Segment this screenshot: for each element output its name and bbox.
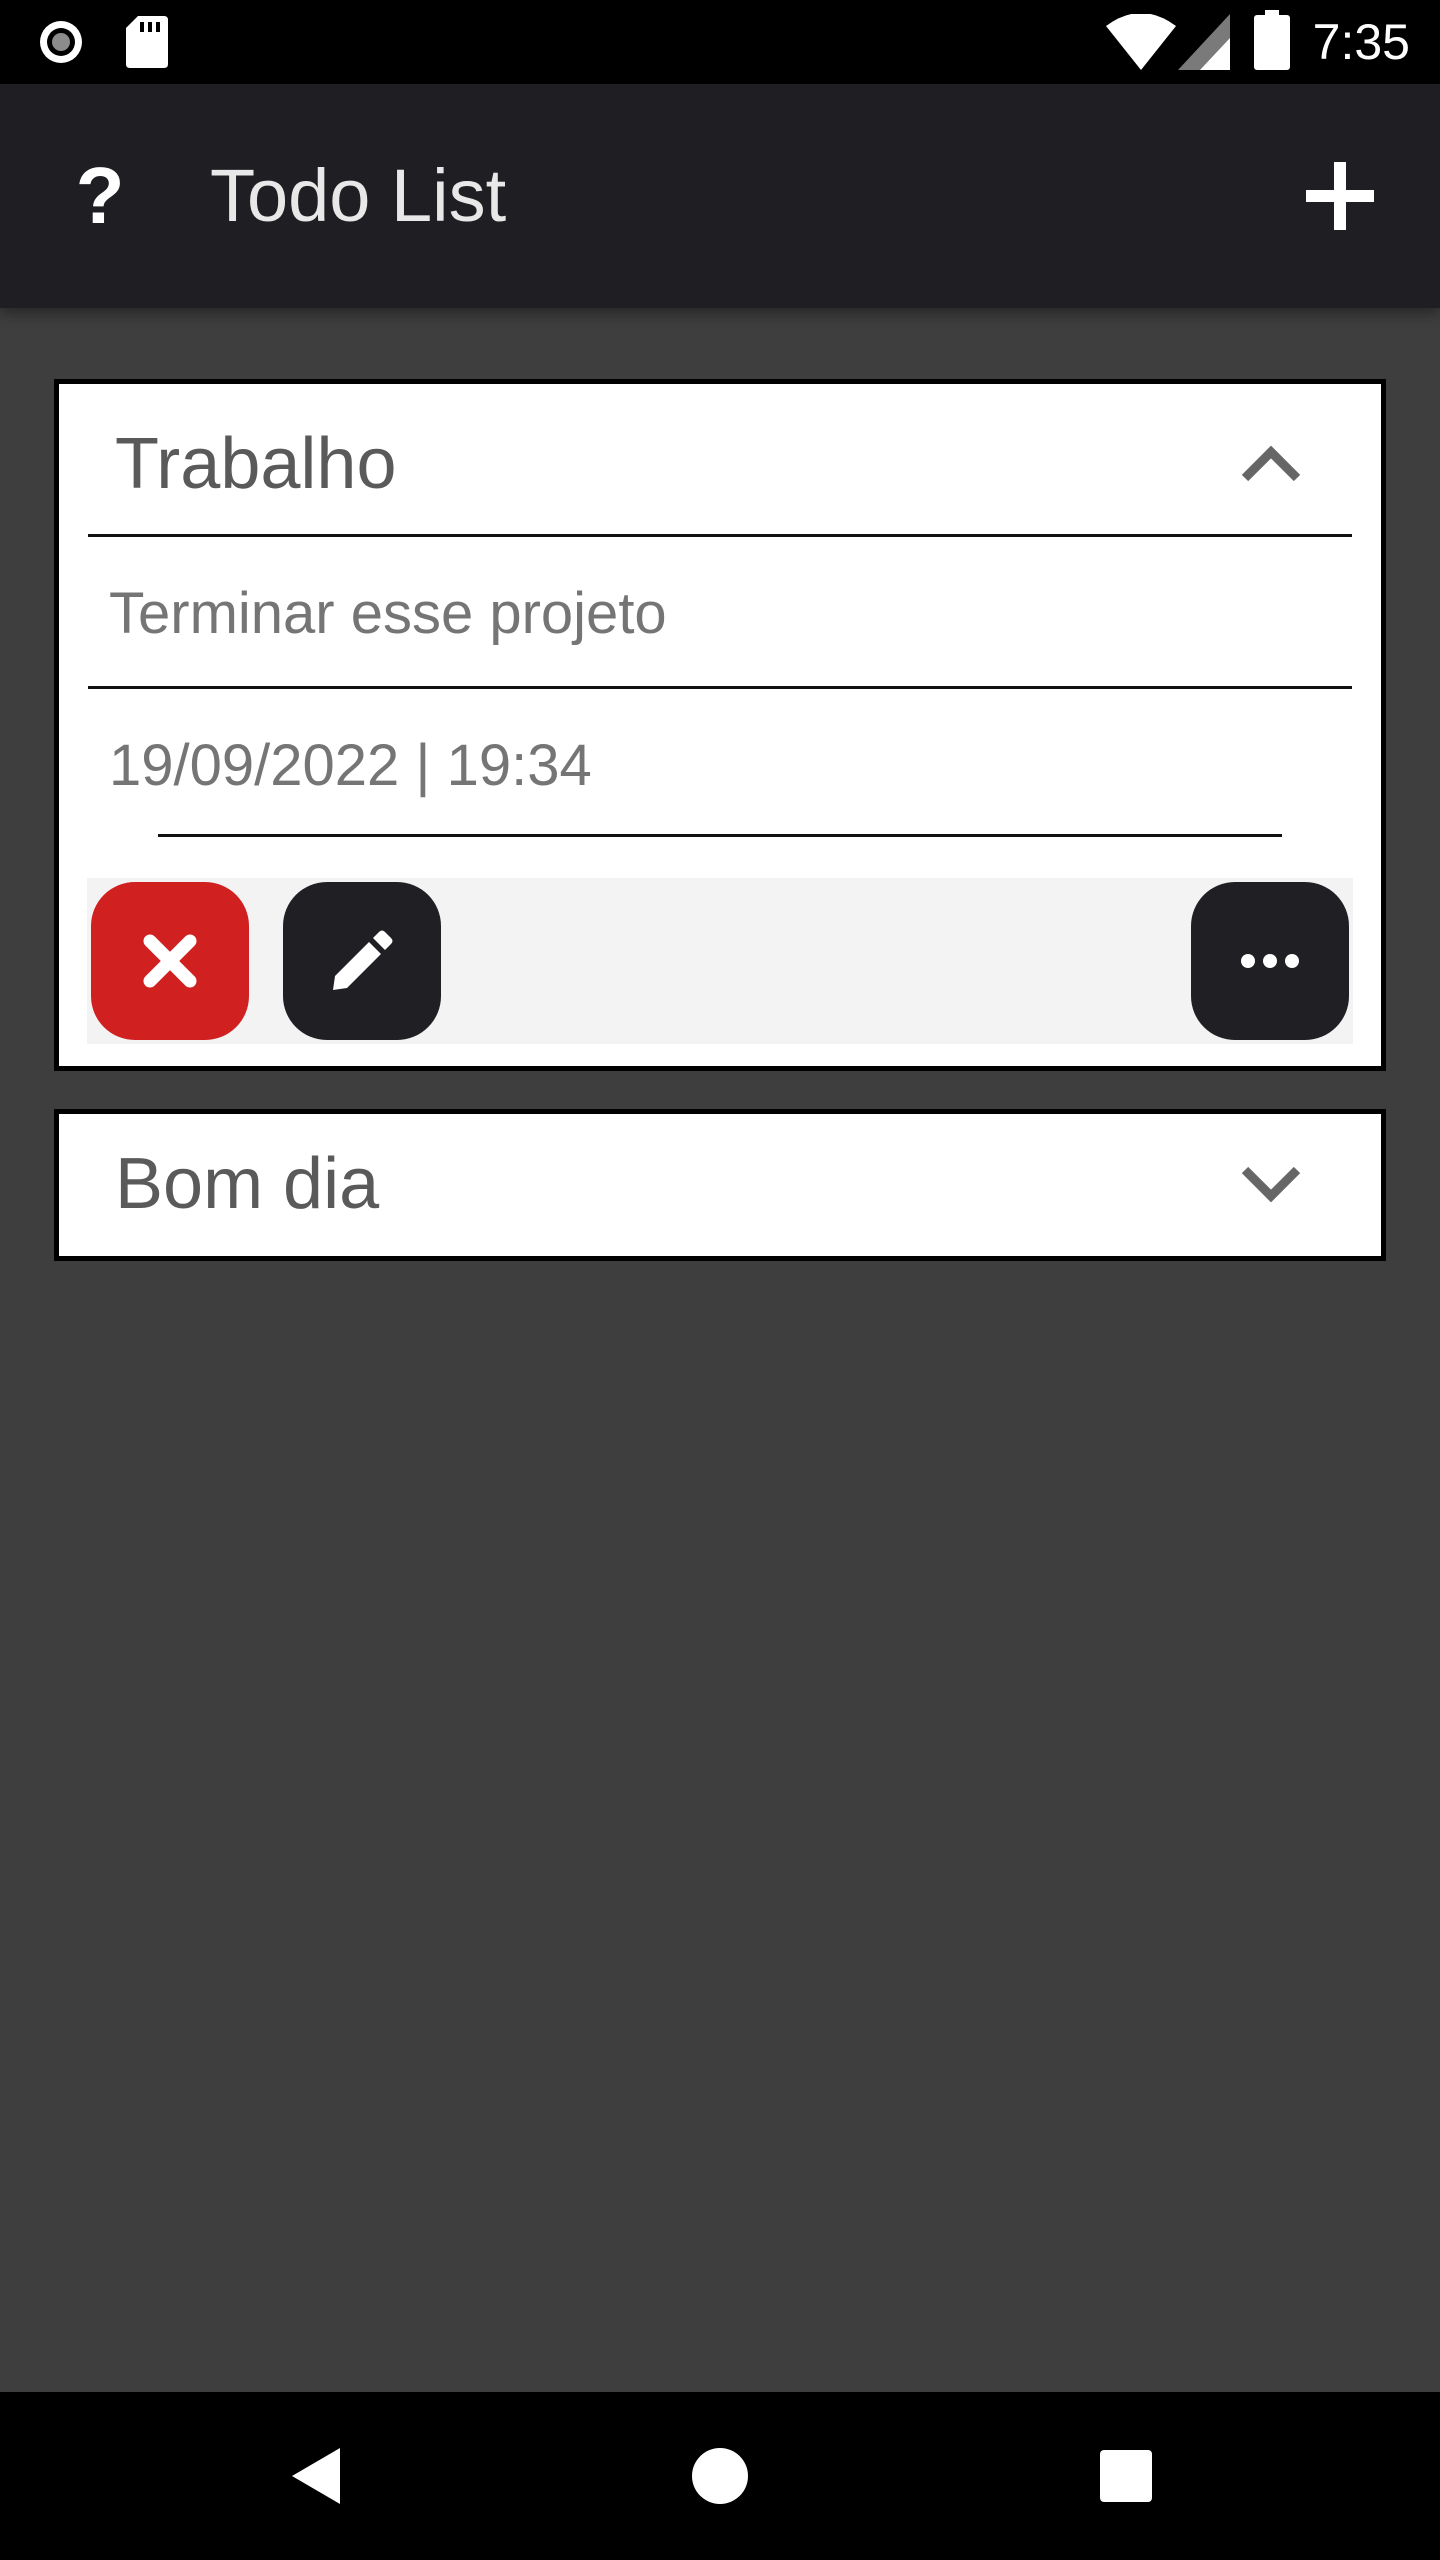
status-time: 7:35 (1312, 14, 1410, 70)
signal-icon (1178, 14, 1230, 70)
todo-title[interactable]: Bom dia (115, 1134, 379, 1234)
record-icon (40, 21, 82, 63)
todo-card-bom-dia: Bom dia (54, 1109, 1386, 1261)
chevron-up-icon (1241, 445, 1301, 482)
navigation-bar (0, 2392, 1440, 2560)
app-title: Todo List (210, 154, 507, 237)
battery-icon (1254, 10, 1290, 70)
datetime-divider (158, 834, 1282, 837)
more-button[interactable] (1191, 882, 1349, 1040)
back-button[interactable] (266, 2426, 366, 2526)
pencil-icon (333, 930, 393, 990)
wifi-icon (1106, 14, 1176, 70)
help-button[interactable]: ? (50, 136, 150, 256)
todo-title[interactable]: Trabalho (115, 414, 397, 514)
plus-icon (1306, 162, 1374, 230)
todo-description: Terminar esse projeto (109, 581, 667, 646)
home-circle-icon (692, 2448, 748, 2504)
collapse-button[interactable] (1231, 424, 1311, 504)
home-button[interactable] (670, 2426, 770, 2526)
edit-button[interactable] (283, 882, 441, 1040)
recents-button[interactable] (1076, 2426, 1176, 2526)
description-divider (88, 686, 1352, 689)
add-button[interactable] (1280, 136, 1400, 256)
todo-card-trabalho: Trabalho Terminar esse projeto 19/09/202… (54, 379, 1386, 1071)
app-bar: ? Todo List (0, 84, 1440, 308)
more-horizontal-icon (1241, 954, 1299, 968)
sd-card-icon (126, 16, 168, 68)
back-triangle-icon (292, 2448, 340, 2504)
todo-datetime: 19/09/2022 | 19:34 (109, 733, 592, 798)
action-row (87, 878, 1353, 1044)
close-icon (143, 934, 197, 988)
chevron-down-icon (1241, 1166, 1301, 1203)
expand-button[interactable] (1231, 1144, 1311, 1224)
recents-square-icon (1100, 2450, 1152, 2502)
title-divider (88, 534, 1352, 537)
status-bar: 7:35 (0, 0, 1440, 84)
delete-button[interactable] (91, 882, 249, 1040)
